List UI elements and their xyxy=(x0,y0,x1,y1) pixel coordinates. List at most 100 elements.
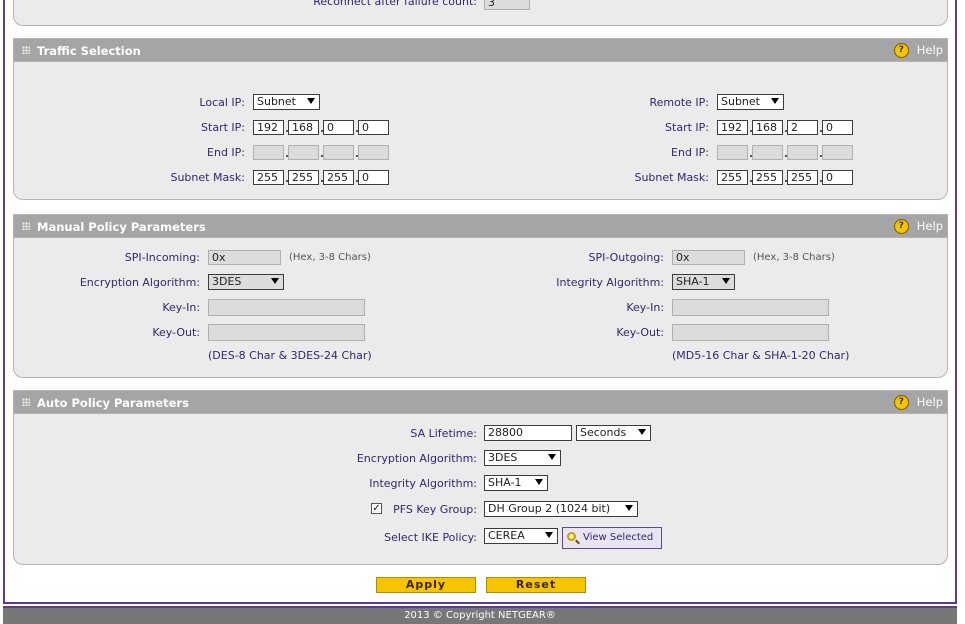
manual-key-out-2-label: Key-Out: xyxy=(616,326,664,339)
chevron-down-icon xyxy=(548,454,556,460)
integrity-key-note: (MD5-16 Char & SHA-1-20 Char) xyxy=(672,349,850,362)
traffic-selection-title: Traffic Selection xyxy=(37,44,141,58)
traffic-selection-header: Traffic Selection ? Help xyxy=(13,38,948,62)
remote-start-ip-octet-4[interactable]: 0 xyxy=(822,120,853,135)
sa-lifetime-unit-value: Seconds xyxy=(580,426,627,439)
spi-outgoing-hint: (Hex, 3-8 Chars) xyxy=(753,252,835,263)
local-ip-label: Local IP: xyxy=(199,96,245,109)
local-ip-type-value: Subnet xyxy=(257,95,296,108)
sa-lifetime-input[interactable]: 28800 xyxy=(484,425,572,441)
encryption-key-note: (DES-8 Char & 3DES-24 Char) xyxy=(208,349,372,362)
auto-encryption-select[interactable]: 3DES xyxy=(484,450,561,466)
remote-end-ip-label: End IP: xyxy=(671,146,709,159)
local-start-ip-label: Start IP: xyxy=(201,121,245,134)
remote-mask-octet-2[interactable]: 255 xyxy=(752,170,783,185)
manual-key-in-2-input[interactable] xyxy=(672,299,829,316)
remote-end-ip-octet-3[interactable] xyxy=(787,145,818,160)
chevron-down-icon xyxy=(535,479,543,485)
auto-policy-title: Auto Policy Parameters xyxy=(37,396,189,410)
remote-start-ip-octet-3[interactable]: 2 xyxy=(787,120,818,135)
spi-incoming-input[interactable]: 0x xyxy=(208,250,281,265)
local-start-ip-octet-3[interactable]: 0 xyxy=(323,120,354,135)
chevron-down-icon xyxy=(722,278,730,284)
local-mask-octet-1[interactable]: 255 xyxy=(253,170,284,185)
reconnect-label: Reconnect after failure count: xyxy=(313,0,477,8)
spi-incoming-hint: (Hex, 3-8 Chars) xyxy=(289,252,371,263)
remote-end-ip-octet-4[interactable] xyxy=(822,145,853,160)
traffic-help-link[interactable]: ? Help xyxy=(893,43,943,58)
remote-ip-label: Remote IP: xyxy=(649,96,709,109)
remote-ip-type-value: Subnet xyxy=(721,95,760,108)
remote-ip-type-select[interactable]: Subnet xyxy=(717,94,784,110)
spi-outgoing-label: SPI-Outgoing: xyxy=(588,251,664,264)
local-end-ip-octet-1[interactable] xyxy=(253,145,284,160)
manual-key-out-2-input[interactable] xyxy=(672,324,829,341)
local-ip-type-select[interactable]: Subnet xyxy=(253,94,320,110)
auto-policy-panel xyxy=(13,414,948,565)
ike-policy-label: Select IKE Policy: xyxy=(384,531,477,544)
local-end-ip-octet-4[interactable] xyxy=(358,145,389,160)
local-subnet-mask-label: Subnet Mask: xyxy=(170,171,245,184)
manual-encryption-label: Encryption Algorithm: xyxy=(79,276,200,289)
remote-mask-octet-3[interactable]: 255 xyxy=(787,170,818,185)
help-label: Help xyxy=(916,43,943,57)
manual-key-in-input[interactable] xyxy=(208,299,365,316)
manual-help-link[interactable]: ? Help xyxy=(893,219,943,234)
manual-encryption-select[interactable]: 3DES xyxy=(208,274,284,290)
auto-integrity-value: SHA-1 xyxy=(488,476,522,489)
magnifier-icon xyxy=(567,532,576,541)
pfs-key-group-value: DH Group 2 (1024 bit) xyxy=(488,502,611,515)
chevron-down-icon xyxy=(771,98,779,104)
local-start-ip-octet-1[interactable]: 192 xyxy=(253,120,284,135)
pfs-key-group-checkbox[interactable]: ✓ xyxy=(371,503,382,514)
local-start-ip-octet-4[interactable]: 0 xyxy=(358,120,389,135)
ike-policy-select[interactable]: CEREA xyxy=(484,528,558,544)
remote-start-ip-octet-2[interactable]: 168 xyxy=(752,120,783,135)
help-icon: ? xyxy=(893,395,909,410)
remote-end-ip-octet-1[interactable] xyxy=(717,145,748,160)
manual-key-in-label: Key-In: xyxy=(162,301,200,314)
apply-button[interactable]: Apply xyxy=(376,577,476,593)
grip-icon xyxy=(22,398,30,406)
manual-integrity-select[interactable]: SHA-1 xyxy=(672,274,735,290)
grip-icon xyxy=(22,222,30,230)
auto-integrity-select[interactable]: SHA-1 xyxy=(484,475,548,491)
manual-key-in-2-label: Key-In: xyxy=(626,301,664,314)
pfs-key-group-label: PFS Key Group: xyxy=(393,503,477,516)
remote-mask-octet-1[interactable]: 255 xyxy=(717,170,748,185)
local-mask-octet-2[interactable]: 255 xyxy=(288,170,319,185)
local-start-ip-octet-2[interactable]: 168 xyxy=(288,120,319,135)
local-end-ip-octet-2[interactable] xyxy=(288,145,319,160)
sa-lifetime-unit-select[interactable]: Seconds xyxy=(576,425,651,441)
chevron-down-icon xyxy=(625,505,633,511)
local-end-ip-octet-3[interactable] xyxy=(323,145,354,160)
help-icon: ? xyxy=(893,219,909,234)
auto-help-link[interactable]: ? Help xyxy=(893,395,943,410)
reset-button[interactable]: Reset xyxy=(486,577,586,593)
local-mask-octet-3[interactable]: 255 xyxy=(323,170,354,185)
remote-end-ip-octet-2[interactable] xyxy=(752,145,783,160)
pfs-key-group-select[interactable]: DH Group 2 (1024 bit) xyxy=(484,501,638,517)
chevron-down-icon xyxy=(307,98,315,104)
remote-mask-octet-4[interactable]: 0 xyxy=(822,170,853,185)
manual-integrity-label: Integrity Algorithm: xyxy=(556,276,664,289)
remote-subnet-mask-label: Subnet Mask: xyxy=(634,171,709,184)
remote-start-ip-octet-1[interactable]: 192 xyxy=(717,120,748,135)
local-end-ip-label: End IP: xyxy=(207,146,245,159)
local-mask-octet-4[interactable]: 0 xyxy=(358,170,389,185)
manual-integrity-value: SHA-1 xyxy=(676,275,710,288)
auto-integrity-label: Integrity Algorithm: xyxy=(369,477,477,490)
copyright-text: 2013 © Copyright NETGEAR® xyxy=(404,610,556,621)
previous-section-panel xyxy=(13,0,948,26)
chevron-down-icon xyxy=(271,278,279,284)
manual-key-out-input[interactable] xyxy=(208,324,365,341)
auto-encryption-value: 3DES xyxy=(488,451,518,464)
reconnect-count-input[interactable]: 3 xyxy=(484,0,530,10)
ike-policy-value: CEREA xyxy=(488,529,525,542)
chevron-down-icon xyxy=(638,429,646,435)
sa-lifetime-label: SA Lifetime: xyxy=(410,427,477,440)
manual-encryption-value: 3DES xyxy=(212,275,242,288)
view-selected-button[interactable]: View Selected xyxy=(562,527,662,549)
spi-outgoing-input[interactable]: 0x xyxy=(672,250,745,265)
manual-policy-title: Manual Policy Parameters xyxy=(37,220,206,234)
